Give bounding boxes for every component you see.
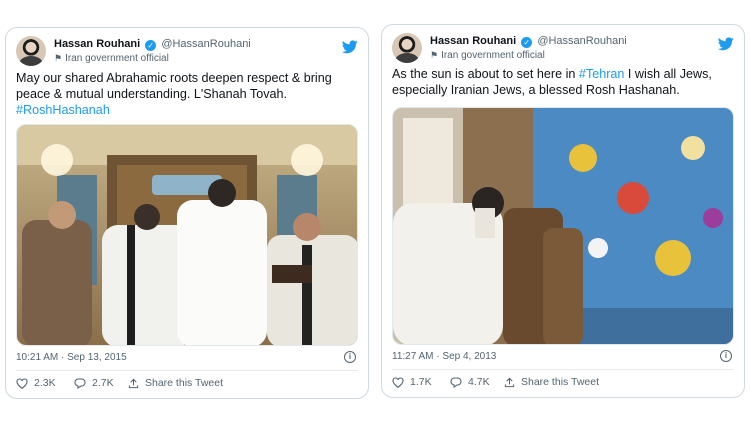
tweet-header: Hassan Rouhani ✓ @HassanRouhani ⚑ Iran go… [16,36,358,70]
share-label: Share this Tweet [521,376,600,388]
like-count: 1.7K [410,376,432,388]
author-line: Hassan Rouhani ✓ @HassanRouhani [430,35,627,48]
share-button[interactable]: Share this Tweet [128,377,223,389]
info-icon[interactable]: i [720,350,732,362]
share-button[interactable]: Share this Tweet [504,376,599,388]
reply-count: 4.7K [468,376,490,388]
heart-icon [392,376,404,388]
account-label: ⚑ Iran government official [430,50,545,61]
tweet-body-start: As the sun is about to set here in [392,67,579,81]
tweet-body: May our shared Abrahamic roots deepen re… [16,71,332,101]
flag-icon: ⚑ [430,50,439,60]
hashtag-link[interactable]: #Tehran [579,67,625,81]
divider [16,370,358,371]
verified-badge-icon: ✓ [521,37,533,48]
avatar[interactable] [16,36,46,66]
hashtag-link[interactable]: #RoshHashanah [16,103,110,117]
share-arrow-icon [504,377,515,387]
tweet-header: Hassan Rouhani ✓ @HassanRouhani ⚑ Iran go… [392,33,734,67]
reply-button[interactable]: 2.7K [74,377,114,389]
tweet-text: As the sun is about to set here in #Tehr… [392,66,732,98]
tweet-timestamp[interactable]: 10:21 AM · Sep 13, 2015 [16,352,127,363]
tweet-photo[interactable] [392,107,734,345]
reply-count: 2.7K [92,377,114,389]
display-name[interactable]: Hassan Rouhani [54,38,140,50]
tweet-actions: 1.7K 4.7K Share this Tweet [392,376,734,392]
flag-icon: ⚑ [54,53,63,63]
synagogue-prayer-photo [17,125,357,345]
handle[interactable]: @HassanRouhani [161,38,250,50]
tweet-actions: 2.3K 2.7K Share this Tweet [16,377,358,393]
twitter-bird-icon[interactable] [342,40,358,54]
like-button[interactable]: 2.3K [16,377,56,389]
speech-bubble-icon [450,376,462,388]
account-label-text: Iran government official [65,53,169,64]
tweet-photo[interactable] [16,124,358,346]
tweet-card[interactable]: Hassan Rouhani ✓ @HassanRouhani ⚑ Iran go… [5,27,369,399]
heart-icon [16,377,28,389]
tweet-timestamp[interactable]: 11:27 AM · Sep 4, 2013 [392,351,496,362]
display-name[interactable]: Hassan Rouhani [430,35,516,47]
share-label: Share this Tweet [145,377,224,389]
verified-badge-icon: ✓ [145,40,157,51]
wall-prayer-photo [393,108,733,344]
info-icon[interactable]: i [344,351,356,363]
like-button[interactable]: 1.7K [392,376,432,388]
account-label: ⚑ Iran government official [54,53,169,64]
tweet-text: May our shared Abrahamic roots deepen re… [16,70,356,118]
twitter-bird-icon[interactable] [718,37,734,51]
handle[interactable]: @HassanRouhani [537,35,626,47]
reply-button[interactable]: 4.7K [450,376,490,388]
share-arrow-icon [128,378,139,388]
tweet-card[interactable]: Hassan Rouhani ✓ @HassanRouhani ⚑ Iran go… [381,24,745,398]
divider [392,369,734,370]
speech-bubble-icon [74,377,86,389]
like-count: 2.3K [34,377,56,389]
avatar[interactable] [392,33,422,63]
account-label-text: Iran government official [441,50,545,61]
author-line: Hassan Rouhani ✓ @HassanRouhani [54,38,251,51]
